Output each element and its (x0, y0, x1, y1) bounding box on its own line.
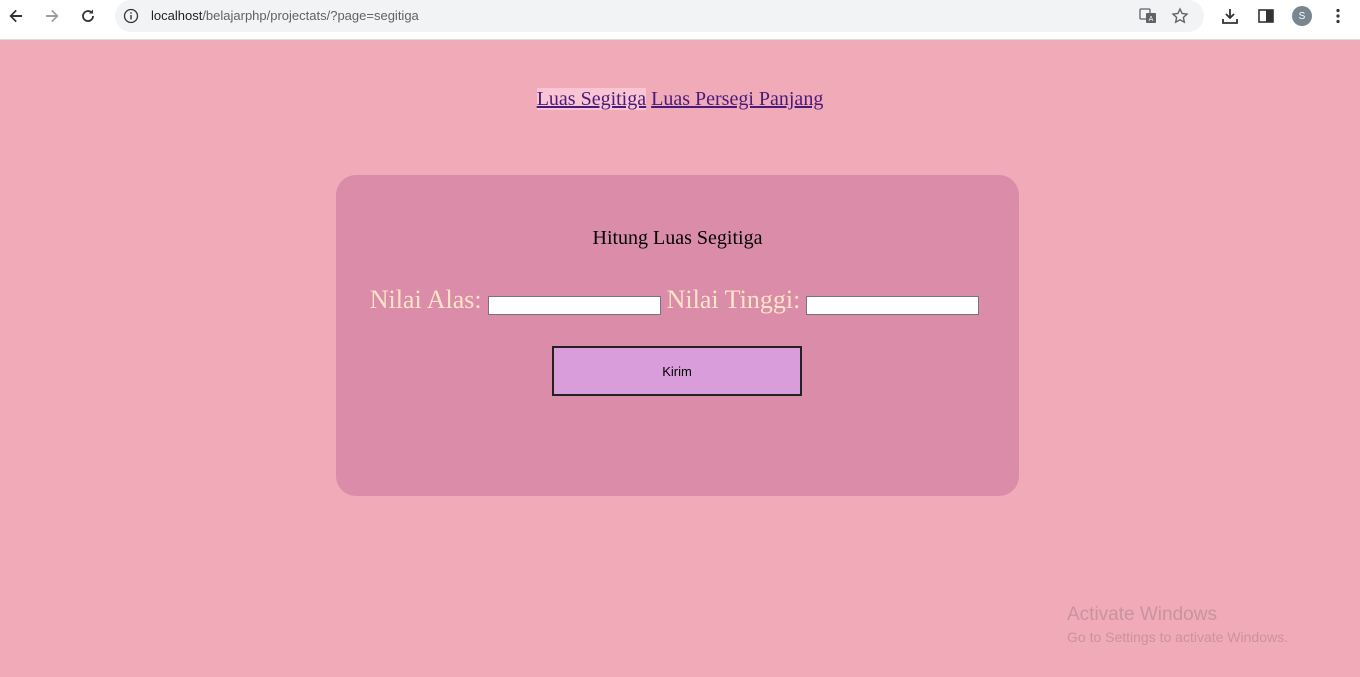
page-nav: Luas Segitiga Luas Persegi Panjang (0, 88, 1360, 111)
forward-arrow-icon[interactable] (40, 4, 64, 28)
alas-input[interactable] (487, 296, 661, 315)
nav-link-luas-segitiga[interactable]: Luas Segitiga (536, 88, 647, 110)
reload-icon[interactable] (76, 4, 100, 28)
svg-text:A: A (1149, 16, 1154, 23)
watermark-title: Activate Windows (1067, 604, 1217, 625)
input-row: Nilai Alas: Nilai Tinggi: (336, 285, 1019, 315)
more-vert-icon[interactable] (1328, 6, 1348, 26)
back-arrow-icon[interactable] (4, 4, 28, 28)
tinggi-input[interactable] (806, 296, 980, 315)
star-icon[interactable] (1171, 7, 1189, 25)
form-card: Hitung Luas Segitiga Nilai Alas: Nilai T… (336, 175, 1019, 496)
tinggi-label: Nilai Tinggi: (666, 285, 801, 314)
form-title: Hitung Luas Segitiga (592, 227, 763, 249)
avatar[interactable]: S (1292, 6, 1312, 26)
info-icon[interactable] (123, 8, 139, 24)
url-path: /belajarphp/projectats/?page=segitiga (202, 8, 419, 23)
side-panel-icon[interactable] (1256, 6, 1276, 26)
alas-label: Nilai Alas: (369, 285, 482, 314)
url-text[interactable]: localhost/belajarphp/projectats/?page=se… (151, 8, 419, 24)
address-bar[interactable]: localhost/belajarphp/projectats/?page=se… (115, 0, 1204, 32)
windows-activation-watermark: Activate Windows Go to Settings to activ… (1067, 604, 1288, 648)
url-host: localhost (151, 8, 203, 23)
watermark-subtitle: Go to Settings to activate Windows. (1067, 629, 1288, 645)
browser-toolbar: localhost/belajarphp/projectats/?page=se… (0, 0, 1360, 40)
nav-link-luas-persegi-panjang[interactable]: Luas Persegi Panjang (651, 88, 823, 110)
download-icon[interactable] (1220, 6, 1240, 26)
submit-button[interactable]: Kirim (552, 346, 802, 396)
translate-icon[interactable]: A (1139, 7, 1157, 25)
